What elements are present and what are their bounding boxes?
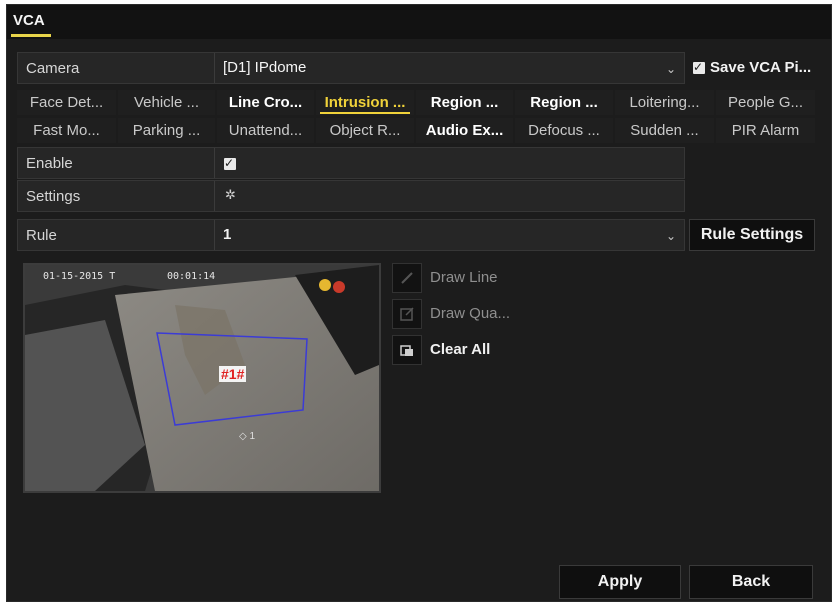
tab-vehicle-detection[interactable]: Vehicle ...: [118, 90, 215, 115]
clear-all-button[interactable]: Clear All: [392, 335, 831, 365]
rule-label: Rule: [26, 227, 57, 244]
tab-pir-alarm[interactable]: PIR Alarm: [716, 118, 815, 143]
enable-label: Enable: [26, 155, 73, 172]
rule-value: 1: [223, 226, 232, 243]
checkbox-checked-icon: ✓: [693, 60, 705, 74]
back-button[interactable]: Back: [689, 565, 813, 599]
chevron-down-icon: ⌄: [665, 62, 676, 76]
draw-quad-label: Draw Qua...: [430, 305, 511, 322]
camera-row: Camera [D1] IPdome ⌄: [17, 52, 685, 84]
save-vca-picture-checkbox[interactable]: ✓ Save VCA Pi...: [693, 57, 829, 79]
rule-select[interactable]: 1 ⌄: [215, 220, 684, 250]
tab-sudden-scene-change[interactable]: Sudden ...: [615, 118, 714, 143]
tab-fast-moving[interactable]: Fast Mo...: [17, 118, 116, 143]
gear-icon[interactable]: ✲: [225, 187, 236, 203]
title-bar: VCA: [7, 5, 831, 39]
checkmark-icon: ✓: [224, 156, 235, 170]
tab-defocus[interactable]: Defocus ...: [515, 118, 613, 143]
intrusion-region[interactable]: [25, 265, 379, 491]
apply-button[interactable]: Apply: [559, 565, 681, 599]
camera-channel-number: 1: [249, 431, 256, 442]
tab-parking[interactable]: Parking ...: [118, 118, 215, 143]
tab-loitering[interactable]: Loitering...: [615, 90, 714, 115]
camera-select[interactable]: [D1] IPdome ⌄: [215, 53, 684, 83]
camera-value: [D1] IPdome: [223, 59, 307, 76]
draw-line-label: Draw Line: [430, 269, 498, 286]
clear-all-label: Clear All: [430, 341, 491, 358]
tab-object-removal[interactable]: Object R...: [316, 118, 414, 143]
draw-quadrilateral-button[interactable]: Draw Qua...: [392, 299, 831, 329]
chevron-down-icon: ⌄: [665, 229, 676, 243]
save-vca-label: Save VCA Pi...: [710, 59, 812, 76]
tab-people-gathering[interactable]: People G...: [716, 90, 815, 115]
enable-checkbox[interactable]: ✓: [224, 156, 236, 170]
settings-row: Settings ✲: [17, 180, 685, 212]
region-tag: #1#: [219, 366, 247, 382]
clear-icon: [392, 335, 422, 365]
enable-row: Enable ✓: [17, 147, 685, 179]
rule-row: Rule 1 ⌄: [17, 219, 685, 251]
title-underline: [11, 34, 51, 37]
tab-unattended-baggage[interactable]: Unattend...: [217, 118, 314, 143]
pencil-icon: [392, 263, 422, 293]
camera-label: Camera: [26, 60, 80, 77]
draw-line-button[interactable]: Draw Line: [392, 263, 831, 293]
window-title: VCA: [13, 12, 45, 29]
rule-settings-button[interactable]: Rule Settings: [689, 219, 815, 251]
tab-face-detection[interactable]: Face Det...: [17, 90, 116, 115]
tab-audio-exception[interactable]: Audio Ex...: [416, 118, 513, 143]
settings-label: Settings: [26, 188, 81, 205]
video-preview[interactable]: 01-15-2015 T 00:01:14 #1# ◇ 1: [23, 263, 381, 493]
tab-line-crossing[interactable]: Line Cro...: [217, 90, 314, 115]
tab-region-exiting[interactable]: Region ...: [515, 90, 613, 115]
tab-intrusion-detection[interactable]: Intrusion ...: [316, 90, 414, 115]
vca-window: VCA Camera [D1] IPdome ⌄ ✓ Save VCA Pi..…: [6, 4, 832, 602]
tab-region-entrance[interactable]: Region ...: [416, 90, 513, 115]
camera-channel-label: ◇ 1: [239, 431, 256, 442]
edit-shape-icon: [392, 299, 422, 329]
